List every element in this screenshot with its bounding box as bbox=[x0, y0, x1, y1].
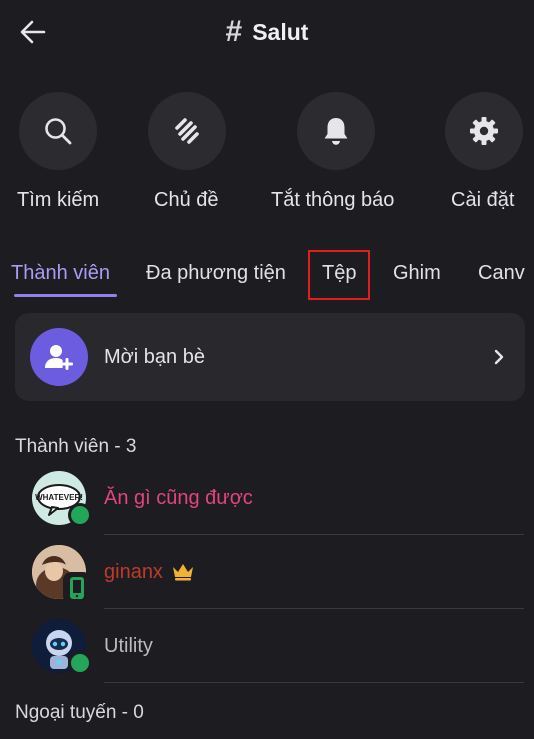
member-name: Utility bbox=[104, 635, 153, 657]
invite-friends-label: Mời bạn bè bbox=[104, 345, 205, 368]
offline-section-title: Ngoại tuyến - 0 bbox=[15, 702, 144, 723]
tab-members[interactable]: Thành viên bbox=[11, 262, 110, 285]
mute-action-button[interactable] bbox=[297, 92, 375, 170]
invite-avatar bbox=[30, 328, 88, 386]
add-user-icon bbox=[45, 345, 73, 370]
member-row[interactable]: Utility bbox=[0, 609, 534, 683]
tab-pins[interactable]: Ghim bbox=[393, 262, 441, 285]
member-name: Ăn gì cũng được bbox=[104, 487, 253, 509]
member-row[interactable]: WHATEVER! Ăn gì cũng được bbox=[0, 461, 534, 535]
threads-action-circle bbox=[148, 92, 226, 170]
settings-label: Cài đặt bbox=[451, 189, 515, 211]
tab-bar: Thành viên Đa phương tiện Tệp Ghim Canv bbox=[0, 250, 534, 302]
online-status-icon bbox=[68, 651, 92, 675]
search-label: Tìm kiếm bbox=[17, 189, 100, 211]
header: # Salut bbox=[0, 0, 534, 66]
threads-label: Chủ đề bbox=[154, 189, 219, 211]
settings-action-button[interactable] bbox=[445, 92, 523, 170]
threads-icon bbox=[175, 118, 199, 144]
threads-action-button[interactable] bbox=[148, 92, 226, 170]
tab-media[interactable]: Đa phương tiện bbox=[146, 262, 286, 285]
active-tab-indicator bbox=[14, 294, 117, 297]
invite-friends-button[interactable]: Mời bạn bè bbox=[15, 313, 525, 401]
page-title: Salut bbox=[252, 18, 309, 45]
members-section-title: Thành viên - 3 bbox=[15, 436, 137, 457]
chevron-right-icon bbox=[493, 349, 505, 365]
avatar-text: WHATEVER! bbox=[35, 493, 83, 502]
channel-hash-icon: # bbox=[225, 15, 243, 48]
bell-icon bbox=[324, 118, 348, 145]
mobile-status-icon bbox=[63, 572, 91, 604]
crown-icon bbox=[171, 561, 195, 586]
settings-action-circle bbox=[445, 92, 523, 170]
channel-title: # Salut bbox=[0, 16, 534, 48]
online-status-icon bbox=[68, 503, 92, 527]
files-tab-highlight bbox=[308, 250, 370, 300]
search-icon bbox=[45, 118, 72, 145]
divider bbox=[104, 682, 524, 683]
mute-label: Tắt thông báo bbox=[271, 189, 395, 211]
search-action-button[interactable] bbox=[19, 92, 97, 170]
search-action-circle bbox=[19, 92, 97, 170]
member-row[interactable]: ginanx bbox=[0, 535, 534, 609]
member-name: ginanx bbox=[104, 561, 163, 583]
tab-canvas[interactable]: Canv bbox=[478, 262, 525, 285]
gear-icon bbox=[470, 117, 498, 145]
mute-action-circle bbox=[297, 92, 375, 170]
